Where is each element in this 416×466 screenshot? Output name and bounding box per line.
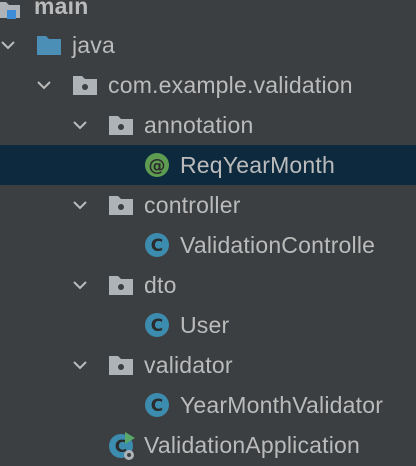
tree-row-dto[interactable]: dto xyxy=(0,265,416,305)
package-icon xyxy=(108,352,134,378)
package-icon xyxy=(108,192,134,218)
class-icon: C xyxy=(144,232,170,258)
tree-row-package-root[interactable]: com.example.validation xyxy=(0,65,416,105)
module-folder-icon xyxy=(0,0,22,22)
runnable-class-icon: C xyxy=(108,431,135,460)
tree-row-validationcontroller[interactable]: C ValidationControlle xyxy=(0,225,416,265)
annotation-icon: @ xyxy=(144,152,170,178)
package-icon xyxy=(72,72,98,98)
tree-label: main xyxy=(34,0,89,19)
source-folder-icon xyxy=(36,32,62,58)
chevron-down-icon[interactable] xyxy=(0,37,16,53)
tree-label: dto xyxy=(144,272,177,298)
chevron-down-icon[interactable] xyxy=(72,357,88,373)
class-icon: C xyxy=(144,392,170,418)
tree-row-reqyearmonth[interactable]: @ ReqYearMonth xyxy=(0,145,416,185)
package-icon xyxy=(108,112,134,138)
tree-row-java[interactable]: java xyxy=(0,25,416,65)
tree-label: ValidationControlle xyxy=(180,232,376,258)
chevron-down-icon[interactable] xyxy=(36,77,52,93)
tree-label: YearMonthValidator xyxy=(180,392,384,418)
chevron-down-icon[interactable] xyxy=(72,117,88,133)
tree-row-validator[interactable]: validator xyxy=(0,345,416,385)
chevron-down-icon[interactable] xyxy=(72,197,88,213)
tree-label: java xyxy=(72,32,115,58)
svg-text:C: C xyxy=(151,396,163,416)
chevron-down-icon[interactable] xyxy=(72,277,88,293)
svg-text:C: C xyxy=(151,316,163,336)
tree-label: User xyxy=(180,312,230,338)
package-icon xyxy=(108,272,134,298)
class-icon: C xyxy=(144,312,170,338)
tree-label: com.example.validation xyxy=(108,72,353,98)
tree-label: validator xyxy=(144,352,233,378)
svg-text:@: @ xyxy=(149,156,166,176)
tree-label: ReqYearMonth xyxy=(180,152,335,178)
project-tree: main java com.example.validation annotat… xyxy=(0,0,416,466)
tree-row-validationapplication[interactable]: C ValidationApplication xyxy=(0,425,416,465)
tree-label: annotation xyxy=(144,112,254,138)
tree-row-annotation[interactable]: annotation xyxy=(0,105,416,145)
tree-row-controller[interactable]: controller xyxy=(0,185,416,225)
svg-text:C: C xyxy=(151,236,163,256)
tree-row-user[interactable]: C User xyxy=(0,305,416,345)
tree-row-main[interactable]: main xyxy=(0,0,416,26)
tree-row-yearmonthvalidator[interactable]: C YearMonthValidator xyxy=(0,385,416,425)
tree-label: ValidationApplication xyxy=(144,432,361,458)
tree-label: controller xyxy=(144,192,241,218)
